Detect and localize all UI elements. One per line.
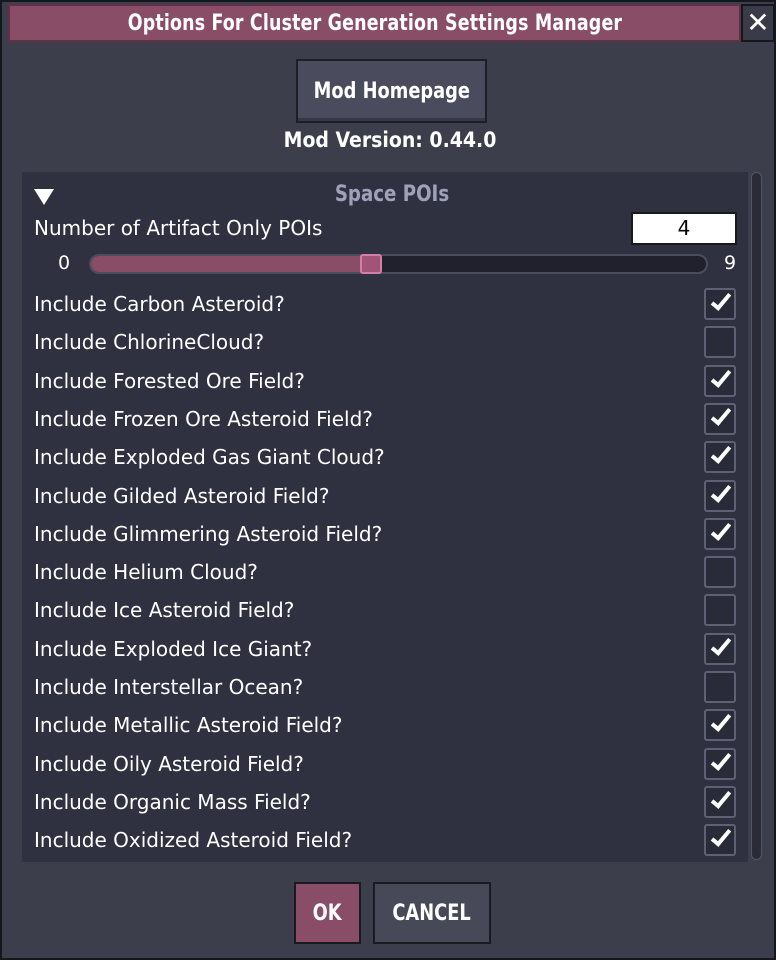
poi-option-label: Include Exploded Gas Giant Cloud? (34, 445, 385, 470)
poi-option-label: Include Frozen Ore Asteroid Field? (34, 406, 373, 431)
poi-option-row: Include Exploded Gas Giant Cloud? (22, 439, 748, 477)
poi-option-label: Include Oily Asteroid Field? (34, 751, 304, 776)
checkmark-icon (710, 710, 732, 733)
slider-fill (91, 256, 371, 272)
poi-option-checkbox[interactable] (704, 671, 736, 703)
poi-option-row: Include Interstellar Ocean? (22, 669, 748, 707)
poi-option-label: Include Exploded Ice Giant? (34, 636, 313, 661)
poi-option-checkbox[interactable] (704, 517, 736, 550)
poi-option-checkbox[interactable] (704, 594, 736, 627)
checkmark-icon (710, 480, 732, 503)
poi-option-row: Include Ice Asteroid Field? (22, 592, 748, 630)
poi-option-row: Include Oily Asteroid Field? (22, 746, 748, 784)
cancel-label: CANCEL (392, 900, 472, 926)
poi-option-checkbox[interactable] (704, 709, 736, 742)
poi-option-checkbox[interactable] (704, 326, 736, 359)
poi-option-label: Include Interstellar Ocean? (34, 675, 304, 699)
checkmark-icon (710, 365, 732, 388)
checkmark-icon (710, 748, 732, 771)
section-header-space-pois[interactable]: Space POIs (22, 180, 748, 212)
poi-option-label: Include Helium Cloud? (34, 560, 258, 585)
artifact-count-input[interactable]: 4 (631, 212, 737, 245)
close-button[interactable]: ✕ (741, 4, 775, 42)
poi-option-checkbox[interactable] (704, 402, 736, 435)
poi-option-checkbox[interactable] (704, 824, 736, 857)
poi-option-label: Include Organic Mass Field? (34, 789, 311, 814)
panel-scrollbar[interactable] (751, 172, 762, 860)
poi-option-label: Include Carbon Asteroid? (34, 292, 285, 316)
poi-option-row: Include Metallic Asteroid Field? (22, 707, 748, 745)
poi-option-row: Include Exploded Ice Giant? (22, 631, 748, 669)
poi-option-row: Include Oxidized Asteroid Field? (22, 822, 748, 860)
ok-button[interactable]: OK (294, 882, 361, 944)
mod-homepage-button[interactable]: Mod Homepage (296, 59, 487, 123)
poi-option-row: Include Forested Ore Field? (22, 363, 748, 401)
checkmark-icon (710, 404, 732, 426)
poi-option-label: Include Metallic Asteroid Field? (34, 713, 343, 738)
slider-handle[interactable] (359, 254, 382, 274)
dialog-title: Options For Cluster Generation Settings … (127, 10, 622, 36)
section-title: Space POIs (334, 182, 450, 207)
poi-option-checkbox[interactable] (704, 364, 736, 397)
poi-option-row: Include Carbon Asteroid? (22, 286, 748, 324)
poi-option-row: Include ChlorineCloud? (22, 324, 748, 362)
checkmark-icon (710, 825, 732, 848)
poi-option-row: Include Organic Mass Field? (22, 784, 748, 822)
poi-option-label: Include ChlorineCloud? (34, 330, 265, 355)
poi-option-label: Include Ice Asteroid Field? (34, 598, 295, 623)
close-icon: ✕ (746, 6, 770, 39)
poi-option-checkbox[interactable] (704, 288, 736, 320)
options-panel: Space POIs Number of Artifact Only POIs … (22, 172, 748, 862)
poi-option-row: Include Frozen Ore Asteroid Field? (22, 401, 748, 439)
slider-min-label: 0 (58, 252, 71, 274)
poi-option-label: Include Glimmering Asteroid Field? (34, 521, 383, 546)
slider-max-label: 9 (724, 252, 737, 274)
mod-version-text: Mod Version: 0.44.0 (283, 128, 497, 152)
poi-option-checkbox[interactable] (704, 556, 736, 589)
poi-option-checkbox[interactable] (704, 785, 736, 818)
poi-option-row: Include Glimmering Asteroid Field? (22, 516, 748, 554)
artifact-count-slider[interactable] (89, 254, 708, 274)
poi-option-row: Include Gilded Asteroid Field? (22, 478, 748, 516)
poi-option-checkbox[interactable] (704, 441, 736, 474)
poi-option-row: Include Helium Cloud? (22, 554, 748, 592)
checkmark-icon (710, 633, 732, 656)
poi-option-label: Include Oxidized Asteroid Field? (34, 828, 353, 853)
title-bar: Options For Cluster Generation Settings … (8, 4, 741, 42)
poi-option-label: Include Forested Ore Field? (34, 368, 305, 393)
ok-label: OK (313, 900, 342, 926)
mod-homepage-label: Mod Homepage (313, 78, 470, 104)
cancel-button[interactable]: CANCEL (373, 882, 491, 944)
checkmark-icon (710, 787, 732, 809)
options-dialog: Options For Cluster Generation Settings … (0, 0, 776, 960)
poi-option-checkbox[interactable] (704, 479, 736, 512)
checkmark-icon (710, 289, 732, 311)
poi-option-label: Include Gilded Asteroid Field? (34, 483, 330, 508)
checkmark-icon (710, 442, 732, 465)
poi-option-checkbox[interactable] (704, 747, 736, 780)
artifact-count-label: Number of Artifact Only POIs (34, 216, 323, 240)
checkmark-icon (710, 518, 732, 541)
poi-option-checkbox[interactable] (704, 632, 736, 665)
